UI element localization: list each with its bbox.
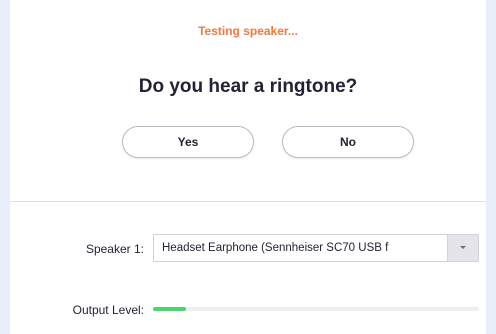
status-text: Testing speaker...: [198, 24, 298, 38]
speaker-label: Speaker 1:: [85, 242, 144, 256]
speaker-test-panel: Testing speaker... Do you hear a rington…: [10, 0, 486, 334]
dropdown-button[interactable]: [447, 235, 478, 261]
speaker-select-value: Headset Earphone (Sennheiser SC70 USB f: [162, 242, 389, 254]
no-button[interactable]: No: [282, 126, 414, 158]
output-level-meter: [153, 307, 479, 311]
yes-button[interactable]: Yes: [122, 126, 254, 158]
output-level-fill: [153, 307, 186, 311]
speaker-select[interactable]: Headset Earphone (Sennheiser SC70 USB f: [153, 234, 479, 262]
section-divider: [10, 201, 486, 202]
ringtone-question: Do you hear a ringtone?: [138, 76, 358, 97]
chevron-down-icon: [460, 246, 466, 249]
output-level-label: Output Level:: [72, 303, 144, 317]
